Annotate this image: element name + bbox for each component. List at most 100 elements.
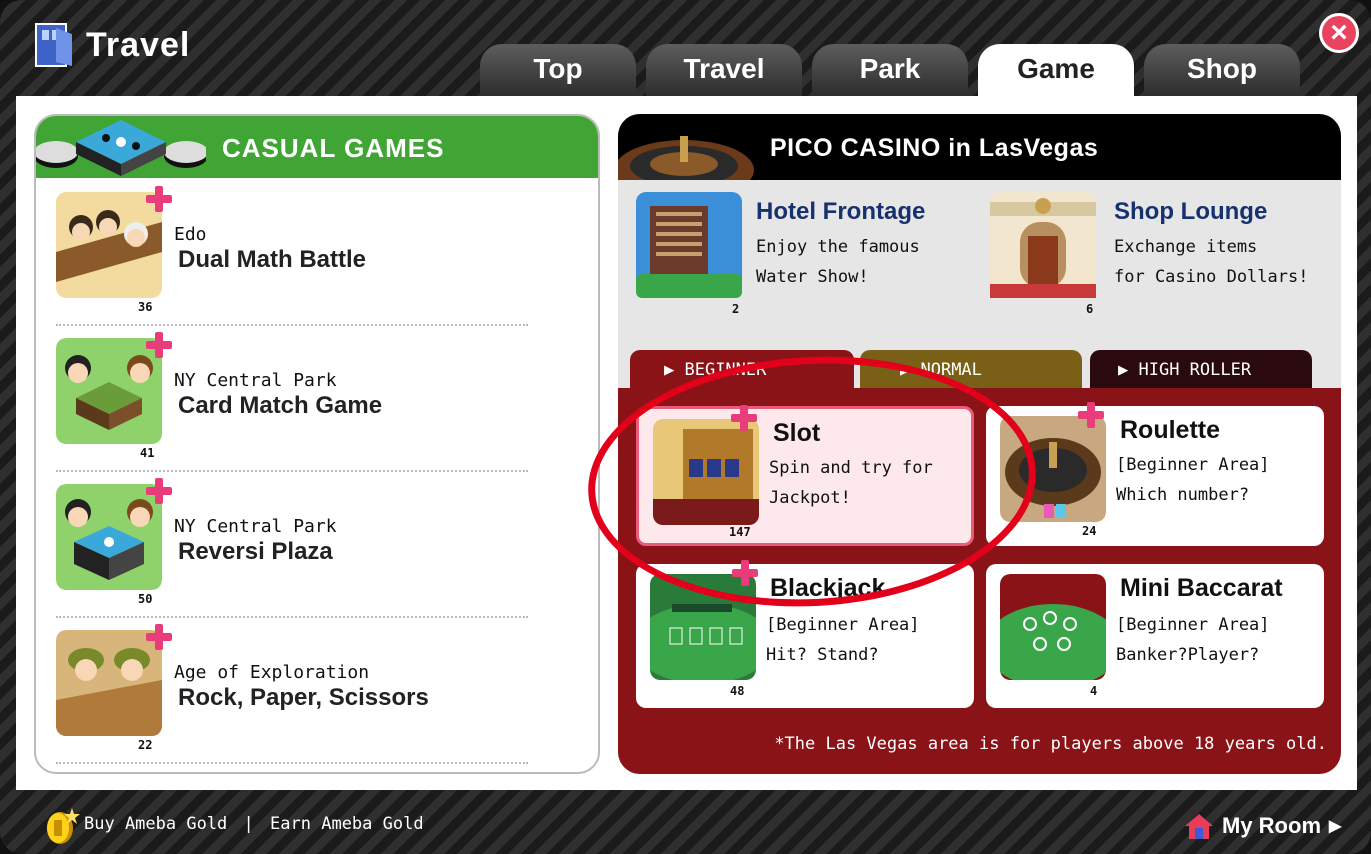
- add-icon[interactable]: [146, 332, 172, 358]
- play-arrow-icon: ▶: [1118, 360, 1139, 380]
- game-name: Card Match Game: [178, 392, 383, 419]
- casino-game-blackjack[interactable]: 48 Blackjack [Beginner Area] Hit? Stand?: [636, 560, 974, 708]
- my-room-label: My Room: [1222, 813, 1321, 838]
- roulette-wheel-icon: [618, 136, 754, 180]
- player-count: 41: [140, 446, 155, 460]
- level-tab-normal[interactable]: ▶ NORMAL: [860, 350, 1082, 390]
- casino-game-title: Roulette: [1120, 416, 1220, 444]
- buy-gold-link[interactable]: Buy Ameba Gold: [84, 814, 227, 834]
- player-count: 22: [138, 738, 153, 752]
- feature-shop-lounge[interactable]: 6 Shop Lounge Exchange items for Casino …: [990, 192, 1330, 316]
- door-icon: [35, 23, 72, 67]
- game-table-icon: [36, 120, 206, 176]
- player-count: 24: [1082, 524, 1097, 538]
- tab-top[interactable]: Top: [480, 44, 636, 99]
- game-location: Age of Exploration: [174, 662, 370, 683]
- slot-thumbnail: [653, 419, 759, 525]
- feature-title: Hotel Frontage: [756, 198, 926, 225]
- hotel-thumbnail: [636, 192, 742, 298]
- feature-hotel-frontage[interactable]: 2 Hotel Frontage Enjoy the famous Water …: [636, 192, 966, 316]
- tab-travel[interactable]: Travel: [646, 44, 802, 99]
- close-button[interactable]: ×: [1319, 13, 1359, 53]
- player-count: 4: [1090, 684, 1098, 698]
- divider: [56, 324, 528, 326]
- divider: [56, 762, 528, 764]
- add-icon[interactable]: [146, 624, 172, 650]
- footer-divider: |: [243, 814, 254, 834]
- baccarat-thumbnail: [1000, 574, 1106, 680]
- feature-desc-line1: Exchange items: [1114, 237, 1258, 257]
- my-room-button[interactable]: My Room ▶: [1184, 812, 1341, 840]
- player-count: 2: [732, 302, 740, 316]
- feature-desc-line2: for Casino Dollars!: [1114, 267, 1309, 287]
- age-notice: *The Las Vegas area is for players above…: [774, 734, 1327, 754]
- game-name: Reversi Plaza: [178, 538, 333, 565]
- player-count: 50: [138, 592, 153, 606]
- casino-game-desc-line1: [Beginner Area]: [766, 615, 920, 635]
- feature-desc-line1: Enjoy the famous: [756, 237, 920, 257]
- add-icon[interactable]: [731, 405, 757, 431]
- tab-park[interactable]: Park: [812, 44, 968, 99]
- shop-lounge-thumbnail: [990, 192, 1096, 298]
- tab-shop[interactable]: Shop: [1144, 44, 1300, 99]
- footer-bar: Buy Ameba Gold | Earn Ameba Gold My Room…: [0, 798, 1371, 854]
- casino-game-title: Blackjack: [770, 574, 886, 602]
- casino-panel: PICO CASINO in LasVegas 2 Hotel Frontage…: [618, 114, 1341, 774]
- casino-game-desc-line2: Jackpot!: [769, 488, 851, 508]
- casino-game-desc-line1: [Beginner Area]: [1116, 455, 1270, 475]
- content-area: CASUAL GAMES 36 Edo Dual Math Battle 41 …: [16, 96, 1357, 790]
- casual-games-panel: CASUAL GAMES 36 Edo Dual Math Battle 41 …: [34, 114, 600, 774]
- player-count: 48: [730, 684, 745, 698]
- casino-games-area: 147 Slot Spin and try for Jackpot! 24 Ro…: [618, 388, 1341, 774]
- chevron-right-icon: ▶: [1329, 818, 1342, 835]
- player-count: 147: [729, 525, 751, 539]
- game-name: Rock, Paper, Scissors: [178, 684, 429, 711]
- casual-games-header: CASUAL GAMES: [36, 116, 598, 178]
- casino-game-mini-baccarat[interactable]: 4 Mini Baccarat [Beginner Area] Banker?P…: [986, 564, 1324, 708]
- house-icon: [1185, 814, 1213, 839]
- game-location: Edo: [174, 224, 207, 245]
- play-arrow-icon: ▶: [664, 360, 685, 380]
- tab-game[interactable]: Game: [978, 44, 1134, 99]
- close-icon: ×: [1330, 16, 1348, 49]
- game-item-reversi-plaza[interactable]: 50 NY Central Park Reversi Plaza: [56, 478, 528, 614]
- travel-window: Travel × Top Travel Park Game Shop CASUA…: [0, 0, 1371, 854]
- roulette-thumbnail: [1000, 416, 1106, 522]
- level-tab-beginner[interactable]: ▶ BEGINNER: [630, 350, 854, 390]
- play-arrow-icon: ▶: [900, 360, 921, 380]
- casino-title: PICO CASINO in LasVegas: [770, 134, 1099, 162]
- add-icon[interactable]: [146, 478, 172, 504]
- add-icon[interactable]: [1078, 402, 1104, 428]
- blackjack-thumbnail: [650, 574, 756, 680]
- divider: [56, 616, 528, 618]
- gold-coin-icon: [47, 808, 80, 844]
- casino-game-slot[interactable]: 147 Slot Spin and try for Jackpot!: [636, 405, 974, 546]
- feature-title: Shop Lounge: [1114, 198, 1268, 225]
- game-name: Dual Math Battle: [178, 246, 367, 273]
- add-icon[interactable]: [732, 560, 758, 586]
- casino-game-desc-line2: Which number?: [1116, 485, 1250, 505]
- game-item-rock-paper-scissors[interactable]: 22 Age of Exploration Rock, Paper, Sciss…: [56, 624, 528, 760]
- casino-game-desc-line1: [Beginner Area]: [1116, 615, 1270, 635]
- player-count: 36: [138, 300, 153, 314]
- game-location: NY Central Park: [174, 516, 337, 537]
- casual-games-title: CASUAL GAMES: [222, 133, 445, 163]
- casino-game-desc-line1: Spin and try for: [769, 458, 933, 478]
- game-location: NY Central Park: [174, 370, 337, 391]
- feature-desc-line2: Water Show!: [756, 267, 869, 287]
- casino-header: PICO CASINO in LasVegas: [618, 114, 1341, 180]
- casino-game-roulette[interactable]: 24 Roulette [Beginner Area] Which number…: [986, 402, 1324, 546]
- casino-game-title: Slot: [773, 419, 821, 447]
- casino-game-desc-line2: Banker?Player?: [1116, 645, 1260, 665]
- window-title-text: Travel: [86, 25, 191, 64]
- player-count: 6: [1086, 302, 1094, 316]
- earn-gold-link[interactable]: Earn Ameba Gold: [270, 814, 424, 834]
- casino-game-desc-line2: Hit? Stand?: [766, 645, 879, 665]
- divider: [56, 470, 528, 472]
- casino-game-title: Mini Baccarat: [1120, 574, 1283, 602]
- level-tab-high-roller[interactable]: ▶ HIGH ROLLER: [1090, 350, 1312, 390]
- add-icon[interactable]: [146, 186, 172, 212]
- game-item-card-match-game[interactable]: 41 NY Central Park Card Match Game: [56, 332, 528, 468]
- game-item-dual-math-battle[interactable]: 36 Edo Dual Math Battle: [56, 186, 528, 322]
- window-title: Travel: [34, 22, 190, 68]
